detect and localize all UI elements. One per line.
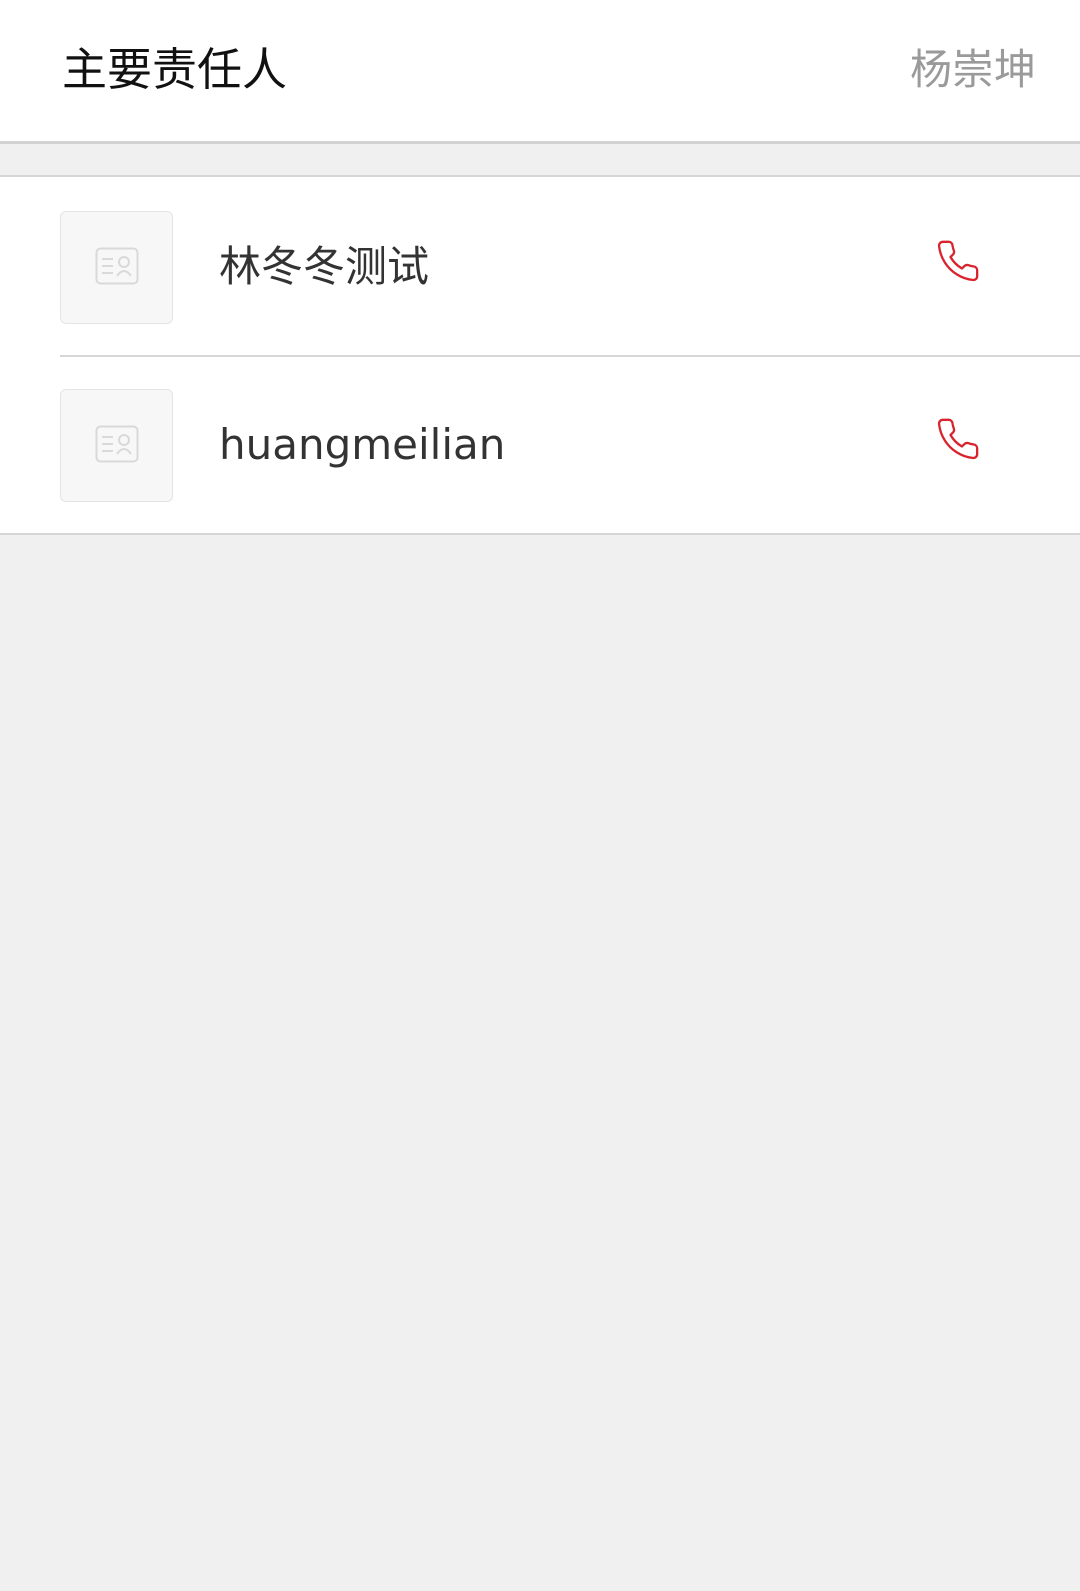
page: 主要责任人 杨崇坤 林冬冬测试 huangmeilian xyxy=(0,0,1080,1591)
contact-name: 林冬冬测试 xyxy=(219,242,430,291)
responsible-person-label: 主要责任人 xyxy=(62,43,288,96)
phone-icon xyxy=(935,416,981,466)
contact-list: 林冬冬测试 huangmeilian xyxy=(0,175,1080,535)
call-button[interactable] xyxy=(930,235,986,291)
responsible-person-row: 主要责任人 杨崇坤 xyxy=(0,0,1080,144)
list-item[interactable]: 林冬冬测试 xyxy=(0,177,1080,355)
contact-avatar xyxy=(60,211,173,324)
call-button[interactable] xyxy=(930,413,986,469)
contact-avatar xyxy=(60,389,173,502)
phone-icon xyxy=(935,238,981,288)
contact-card-icon xyxy=(95,247,139,289)
contact-name: huangmeilian xyxy=(219,420,506,469)
responsible-person-value: 杨崇坤 xyxy=(909,45,1036,94)
contact-card-icon xyxy=(95,425,139,467)
list-item[interactable]: huangmeilian xyxy=(0,355,1080,533)
